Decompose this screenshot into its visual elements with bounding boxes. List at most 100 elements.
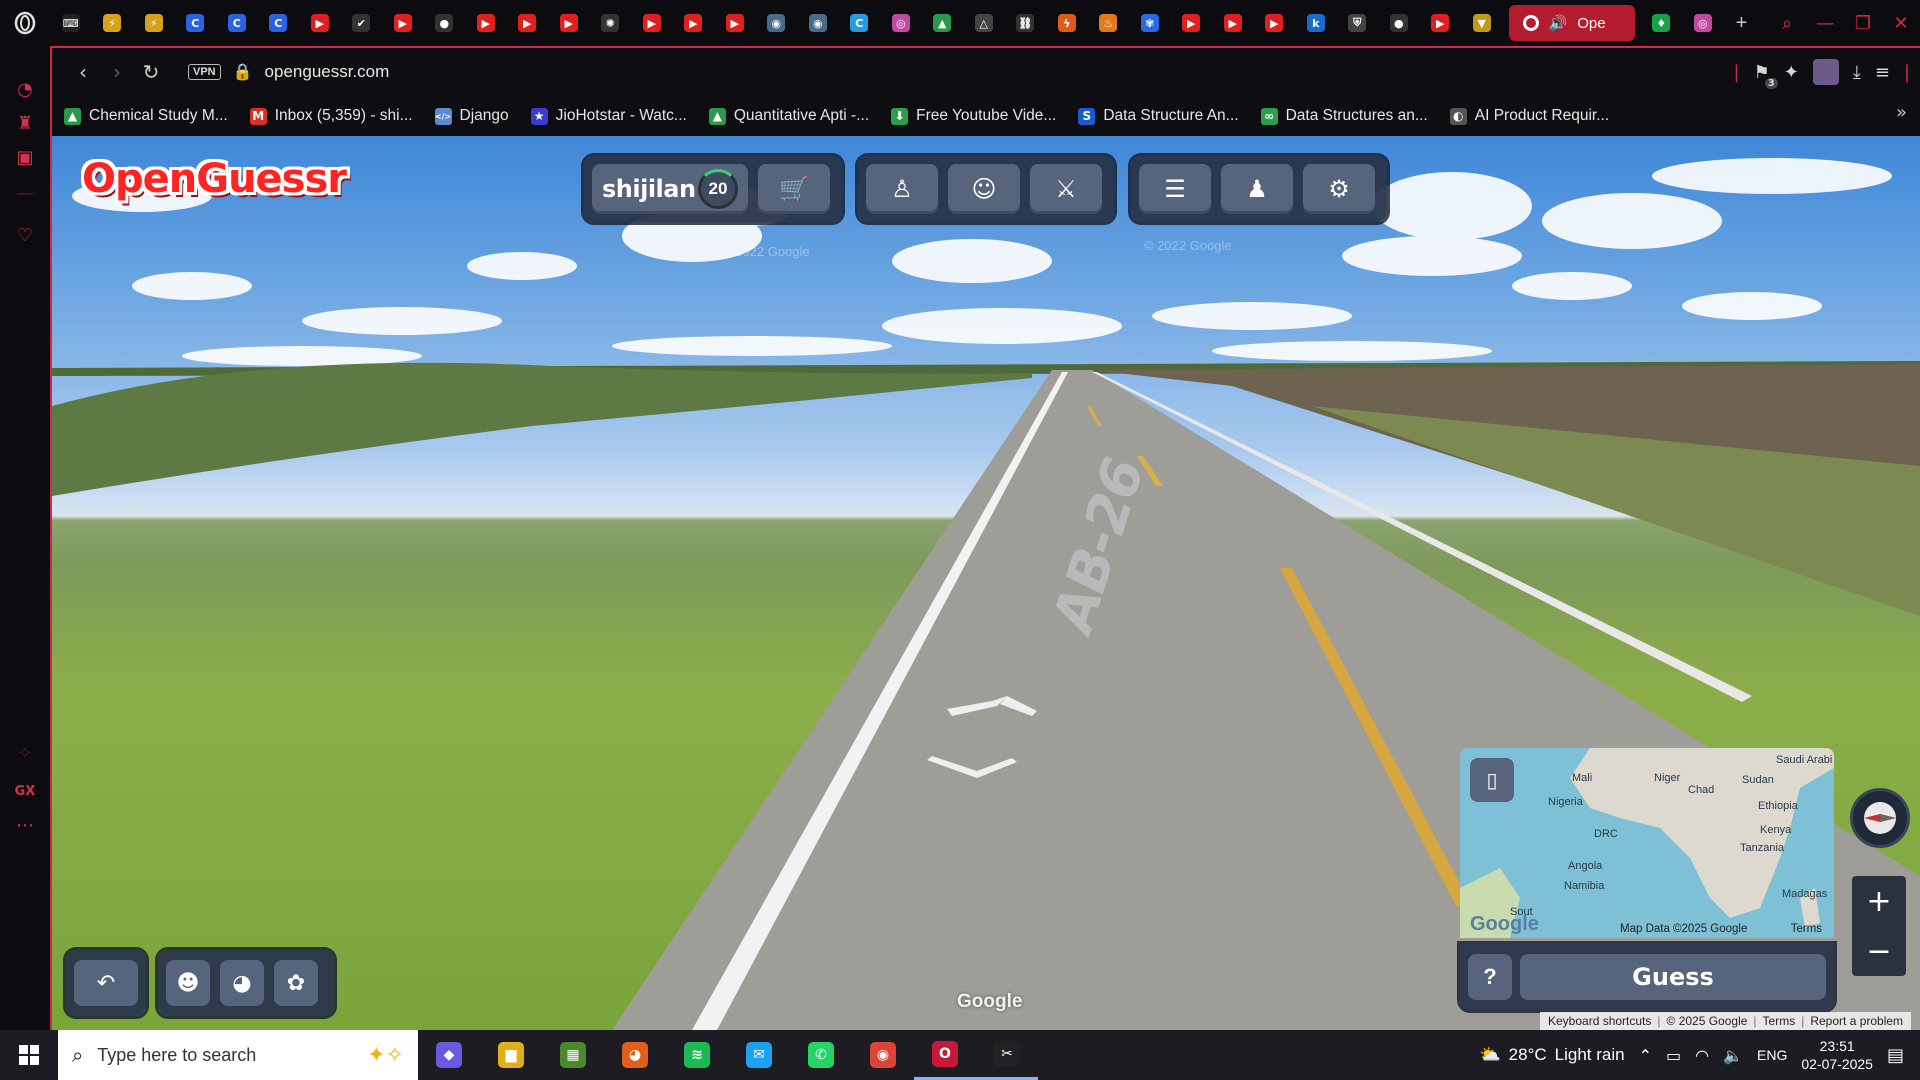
taskbar-app[interactable]: O bbox=[914, 1030, 976, 1080]
wifi-icon[interactable]: ◠ bbox=[1695, 1046, 1709, 1065]
browser-tab[interactable]: ▶ bbox=[382, 0, 424, 46]
compass-icon[interactable] bbox=[1850, 788, 1910, 848]
report-problem-link[interactable]: Report a problem bbox=[1810, 1014, 1903, 1028]
minimap[interactable]: Saudi Arabi Mali Niger Sudan Chad Nigeria Ethi… bbox=[1460, 748, 1834, 938]
browser-tab[interactable]: ▶ bbox=[631, 0, 673, 46]
browser-tab[interactable]: ⚡ bbox=[133, 0, 175, 46]
browser-tab[interactable]: ◉ bbox=[797, 0, 839, 46]
browser-tab[interactable]: ▼ bbox=[1461, 0, 1503, 46]
browser-tab[interactable]: ♨ bbox=[1088, 0, 1130, 46]
browser-tab[interactable]: ▲ bbox=[922, 0, 964, 46]
reload-icon[interactable]: ↻ bbox=[134, 60, 168, 84]
browser-tab[interactable]: ● bbox=[424, 0, 466, 46]
help-button[interactable]: ? bbox=[1468, 954, 1512, 1000]
taskbar-app[interactable]: ✉ bbox=[728, 1030, 790, 1080]
browser-tab[interactable]: ▶ bbox=[714, 0, 756, 46]
taskbar-app[interactable]: ≋ bbox=[666, 1030, 728, 1080]
browser-tab[interactable]: ▶ bbox=[299, 0, 341, 46]
openguessr-logo[interactable]: OpenGuessr bbox=[82, 156, 347, 202]
forward-arrow-icon[interactable]: › bbox=[100, 60, 134, 84]
messenger-icon[interactable]: ▣ bbox=[12, 144, 38, 170]
browser-tab[interactable]: ▶ bbox=[1212, 0, 1254, 46]
vpn-badge[interactable]: VPN bbox=[188, 64, 221, 80]
bluesky-icon[interactable]: ✿ bbox=[274, 960, 318, 1006]
taskbar-app[interactable]: ✂ bbox=[976, 1030, 1038, 1080]
layers-icon[interactable]: ☰ bbox=[1139, 164, 1211, 214]
browser-tab[interactable]: ▶ bbox=[465, 0, 507, 46]
taskbar-app[interactable]: ▆ bbox=[480, 1030, 542, 1080]
battle-icon[interactable]: ⚔ bbox=[1030, 164, 1102, 214]
profile-avatar[interactable] bbox=[1812, 59, 1839, 85]
browser-tab[interactable]: C bbox=[175, 0, 217, 46]
keyboard-shortcuts-link[interactable]: Keyboard shortcuts bbox=[1548, 1014, 1651, 1028]
street-view[interactable]: OpenGuessr © 2022 Google © 2022 Google A… bbox=[52, 136, 1920, 1030]
back-icon[interactable]: ↶ bbox=[74, 960, 138, 1006]
favorites-heart-icon[interactable]: ♡ bbox=[12, 222, 38, 248]
bookmark-item[interactable]: ∞ Data Structures an... bbox=[1260, 107, 1428, 125]
gx-corner-icon[interactable]: ♜ bbox=[12, 110, 38, 136]
browser-tab[interactable]: △ bbox=[963, 0, 1005, 46]
browser-tab[interactable]: ▶ bbox=[548, 0, 590, 46]
bookmark-item[interactable]: M Inbox (5,359) - shi... bbox=[249, 107, 413, 125]
shop-icon[interactable]: 🛒 bbox=[758, 164, 830, 214]
opera-logo-icon[interactable] bbox=[0, 0, 50, 46]
download-icon[interactable]: ⤓ bbox=[1853, 62, 1861, 83]
windows-start-icon[interactable] bbox=[0, 1030, 58, 1080]
url-field[interactable]: openguessr.com bbox=[265, 62, 390, 82]
taskbar-app[interactable]: ◕ bbox=[604, 1030, 666, 1080]
taskbar-app[interactable]: ◆ bbox=[418, 1030, 480, 1080]
leaderboard-icon[interactable]: ♙ bbox=[866, 164, 938, 214]
browser-tab[interactable]: ⌨ bbox=[50, 0, 92, 46]
bookmark-item[interactable]: </> Django bbox=[434, 107, 509, 125]
terms-link[interactable]: Terms bbox=[1763, 1014, 1796, 1028]
browser-tab[interactable]: ⚡ bbox=[92, 0, 134, 46]
browser-tab[interactable]: ♦ bbox=[1641, 0, 1683, 46]
bookmarks-overflow-icon[interactable]: » bbox=[1896, 102, 1908, 123]
browser-tab[interactable]: C bbox=[839, 0, 881, 46]
browser-tab[interactable]: ✺ bbox=[590, 0, 632, 46]
settings-icon[interactable]: ⚙ bbox=[1303, 164, 1375, 214]
zoom-in-button[interactable]: + bbox=[1852, 876, 1906, 926]
map-toggle-icon[interactable]: ▯ bbox=[1470, 758, 1514, 802]
clock[interactable]: 23:51 02-07-2025 bbox=[1801, 1037, 1873, 1073]
search-tabs-icon[interactable]: ⌕ bbox=[1768, 13, 1806, 34]
battery-icon[interactable]: ▭ bbox=[1666, 1046, 1681, 1065]
audio-icon[interactable]: 🔊 bbox=[1549, 14, 1568, 32]
menu-icon[interactable]: ≡ bbox=[1875, 62, 1890, 83]
bookmark-item[interactable]: ★ JioHotstar - Watc... bbox=[530, 107, 687, 125]
discord-icon[interactable]: ☻ bbox=[166, 960, 210, 1006]
language-indicator[interactable]: ENG bbox=[1757, 1047, 1787, 1063]
sidebar-extra-icon[interactable]: ✧ bbox=[12, 740, 38, 766]
browser-tab[interactable]: ▶ bbox=[1254, 0, 1296, 46]
bookmark-item[interactable]: S Data Structure An... bbox=[1078, 107, 1239, 125]
browser-tab[interactable]: ▶ bbox=[1171, 0, 1213, 46]
back-arrow-icon[interactable]: ‹ bbox=[66, 60, 100, 84]
browser-tab[interactable]: ◎ bbox=[1682, 0, 1724, 46]
browser-tab[interactable]: ▶ bbox=[673, 0, 715, 46]
zoom-out-button[interactable]: − bbox=[1852, 926, 1906, 976]
lock-icon[interactable]: 🔒 bbox=[233, 62, 253, 82]
browser-tab[interactable]: ✔ bbox=[341, 0, 383, 46]
browser-tab[interactable]: ✾ bbox=[1129, 0, 1171, 46]
bookmark-item[interactable]: ▲ Chemical Study M... bbox=[64, 107, 228, 125]
browser-tab[interactable]: ⛨ bbox=[1337, 0, 1379, 46]
user-chip[interactable]: shijilan 20 bbox=[592, 164, 748, 214]
taskbar-search[interactable]: ⌕ Type here to search ✦✧ bbox=[58, 1030, 418, 1080]
puzzle-icon[interactable]: ✦ bbox=[1784, 62, 1799, 83]
bookmark-item[interactable]: ◐ AI Product Requir... bbox=[1449, 107, 1609, 125]
more-options-icon[interactable]: ⋯ bbox=[12, 812, 38, 838]
active-tab[interactable]: 🔊 Ope bbox=[1508, 5, 1635, 41]
browser-tab[interactable]: C bbox=[258, 0, 300, 46]
weather-widget[interactable]: ⛅ 28°C Light rain bbox=[1480, 1045, 1625, 1065]
gx-icon[interactable]: GX bbox=[12, 778, 38, 804]
taskbar-app[interactable]: ▦ bbox=[542, 1030, 604, 1080]
taskbar-app[interactable]: ◉ bbox=[852, 1030, 914, 1080]
volume-icon[interactable]: 🔈 bbox=[1723, 1046, 1743, 1065]
browser-tab[interactable]: ▶ bbox=[1420, 0, 1462, 46]
browser-tab[interactable]: ⛓ bbox=[1005, 0, 1047, 46]
bookmark-item[interactable]: ▲ Quantitative Apti -... bbox=[708, 107, 869, 125]
gx-control-icon[interactable]: ◔ bbox=[12, 76, 38, 102]
browser-tab[interactable]: ϟ bbox=[1046, 0, 1088, 46]
browser-tab[interactable]: ● bbox=[1378, 0, 1420, 46]
browser-tab[interactable]: ▶ bbox=[507, 0, 549, 46]
